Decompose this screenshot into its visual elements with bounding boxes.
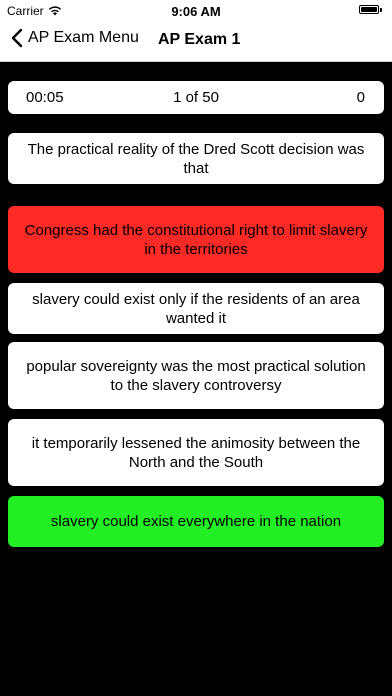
answer-text: slavery could exist everywhere in the na…	[50, 513, 342, 530]
battery-icon	[359, 5, 382, 14]
answer-text: Congress had the constitutional right to…	[24, 221, 368, 258]
chevron-left-icon	[11, 28, 23, 48]
answer-option-2[interactable]: slavery could exist only if the resident…	[8, 283, 384, 334]
status-time: 9:06 AM	[171, 4, 221, 19]
top-bar: Carrier 9:06 AM AP Exam Menu AP Exam 1	[0, 0, 392, 62]
question-progress: 1 of 50	[173, 89, 219, 106]
answer-text: popular sovereignty was the most practic…	[26, 357, 366, 394]
answer-option-1[interactable]: Congress had the constitutional right to…	[8, 206, 384, 273]
back-button[interactable]: AP Exam Menu	[10, 28, 139, 48]
question-text: The practical reality of the Dred Scott …	[27, 140, 365, 177]
answer-text: slavery could exist only if the resident…	[32, 290, 360, 327]
stats-bar: 00:05 1 of 50 0	[8, 81, 384, 114]
question-card: The practical reality of the Dred Scott …	[8, 133, 384, 184]
answer-option-4[interactable]: it temporarily lessened the animosity be…	[8, 419, 384, 486]
answer-option-3[interactable]: popular sovereignty was the most practic…	[8, 342, 384, 409]
answer-option-5[interactable]: slavery could exist everywhere in the na…	[8, 496, 384, 547]
back-button-label: AP Exam Menu	[28, 29, 139, 46]
answer-text: it temporarily lessened the animosity be…	[31, 434, 361, 471]
page-title: AP Exam 1	[158, 31, 241, 48]
score: 0	[356, 89, 365, 106]
navigation-bar: AP Exam Menu AP Exam 1	[0, 22, 392, 60]
status-bar: Carrier 9:06 AM	[0, 0, 392, 22]
